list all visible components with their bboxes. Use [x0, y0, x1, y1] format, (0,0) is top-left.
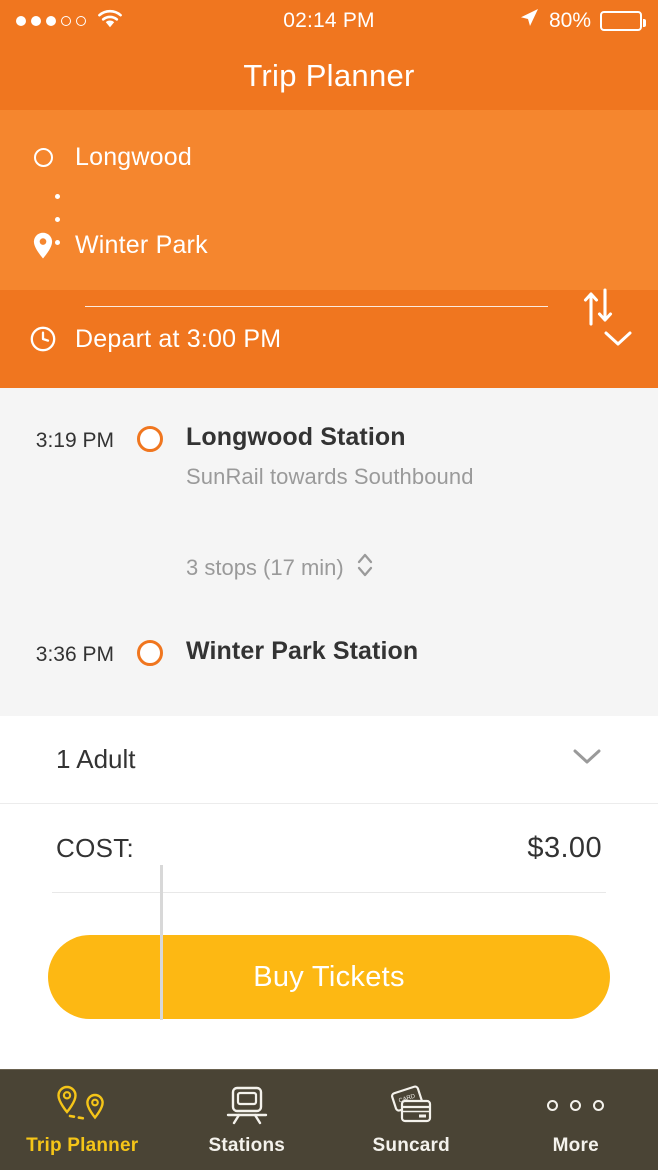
- battery-percent-label: 80%: [548, 9, 591, 32]
- leg-details: Winter Park Station: [170, 637, 418, 667]
- tab-label: Trip Planner: [26, 1134, 139, 1156]
- itinerary-connector-line: [160, 865, 163, 1020]
- cost-value: $3.00: [527, 831, 602, 864]
- leg-details: Longwood Station SunRail towards Southbo…: [170, 423, 474, 490]
- page-title: Trip Planner: [243, 58, 415, 93]
- station-name: Winter Park Station: [186, 637, 419, 665]
- cost-label: COST:: [56, 832, 135, 863]
- map-pins-route-icon: [53, 1084, 111, 1128]
- station-marker-icon: [130, 423, 170, 490]
- passenger-selector[interactable]: 1 Adult: [0, 716, 658, 804]
- depart-time-label: Depart at 3:00 PM: [75, 324, 282, 353]
- stops-summary-label: 3 stops (17 min): [186, 555, 344, 580]
- origin-label: Longwood: [75, 142, 192, 171]
- chevron-down-icon[interactable]: [572, 748, 602, 771]
- route-direction-label: SunRail towards Southbound: [186, 464, 474, 489]
- cost-row: COST: $3.00: [0, 804, 658, 892]
- chevron-down-icon[interactable]: [602, 323, 634, 355]
- bottom-tab-bar: Trip Planner Stations CARD Suncard More: [0, 1069, 658, 1170]
- ellipsis-icon: [547, 1084, 605, 1128]
- itinerary-leg-departure: 3:19 PM Longwood Station SunRail towards…: [24, 388, 634, 490]
- tab-stations[interactable]: Stations: [165, 1070, 330, 1170]
- stops-summary-row[interactable]: 3 stops (17 min): [24, 490, 634, 586]
- swap-vertical-arrows-icon: [583, 288, 613, 326]
- origin-field[interactable]: Longwood: [24, 134, 634, 180]
- tab-trip-planner[interactable]: Trip Planner: [0, 1070, 165, 1170]
- leg-time: 3:36 PM: [35, 643, 114, 666]
- destination-field[interactable]: Winter Park: [24, 222, 634, 268]
- route-panel: Longwood Winter Park: [0, 110, 658, 326]
- itinerary-panel: 3:19 PM Longwood Station SunRail towards…: [0, 388, 658, 1020]
- header-bar: Trip Planner: [0, 42, 658, 110]
- tab-label: Suncard: [372, 1134, 450, 1156]
- swap-stations-button[interactable]: [580, 288, 616, 326]
- route-divider-line: [85, 306, 548, 307]
- status-bar: 02:14 PM 80%: [0, 0, 658, 42]
- station-name: Longwood Station: [186, 423, 406, 451]
- station-marker-icon: [130, 637, 170, 667]
- buy-button-container: Buy Tickets: [0, 893, 658, 1069]
- destination-label: Winter Park: [75, 230, 208, 259]
- clock-icon: [24, 326, 62, 352]
- app-screen: 02:14 PM 80% Trip Planner Longwood Winte…: [0, 0, 658, 1170]
- circle-outline-icon: [24, 147, 62, 167]
- itinerary-leg-arrival: 3:36 PM Winter Park Station: [24, 586, 634, 667]
- train-icon: [223, 1084, 271, 1128]
- status-bar-right: 80%: [518, 7, 646, 35]
- buy-tickets-button[interactable]: Buy Tickets: [48, 935, 610, 1019]
- depart-time-selector[interactable]: Depart at 3:00 PM: [0, 290, 658, 388]
- credit-cards-icon: CARD: [385, 1084, 437, 1128]
- chevron-up-down-icon[interactable]: [355, 550, 375, 586]
- leg-time: 3:19 PM: [35, 429, 114, 452]
- tab-label: Stations: [208, 1134, 286, 1156]
- battery-icon: [600, 11, 646, 31]
- passenger-count-label: 1 Adult: [56, 744, 136, 774]
- route-dotted-connector: [55, 194, 60, 245]
- tab-suncard[interactable]: CARD Suncard: [329, 1070, 494, 1170]
- tab-more[interactable]: More: [494, 1070, 658, 1170]
- tab-label: More: [552, 1134, 599, 1156]
- location-arrow-icon: [518, 7, 540, 35]
